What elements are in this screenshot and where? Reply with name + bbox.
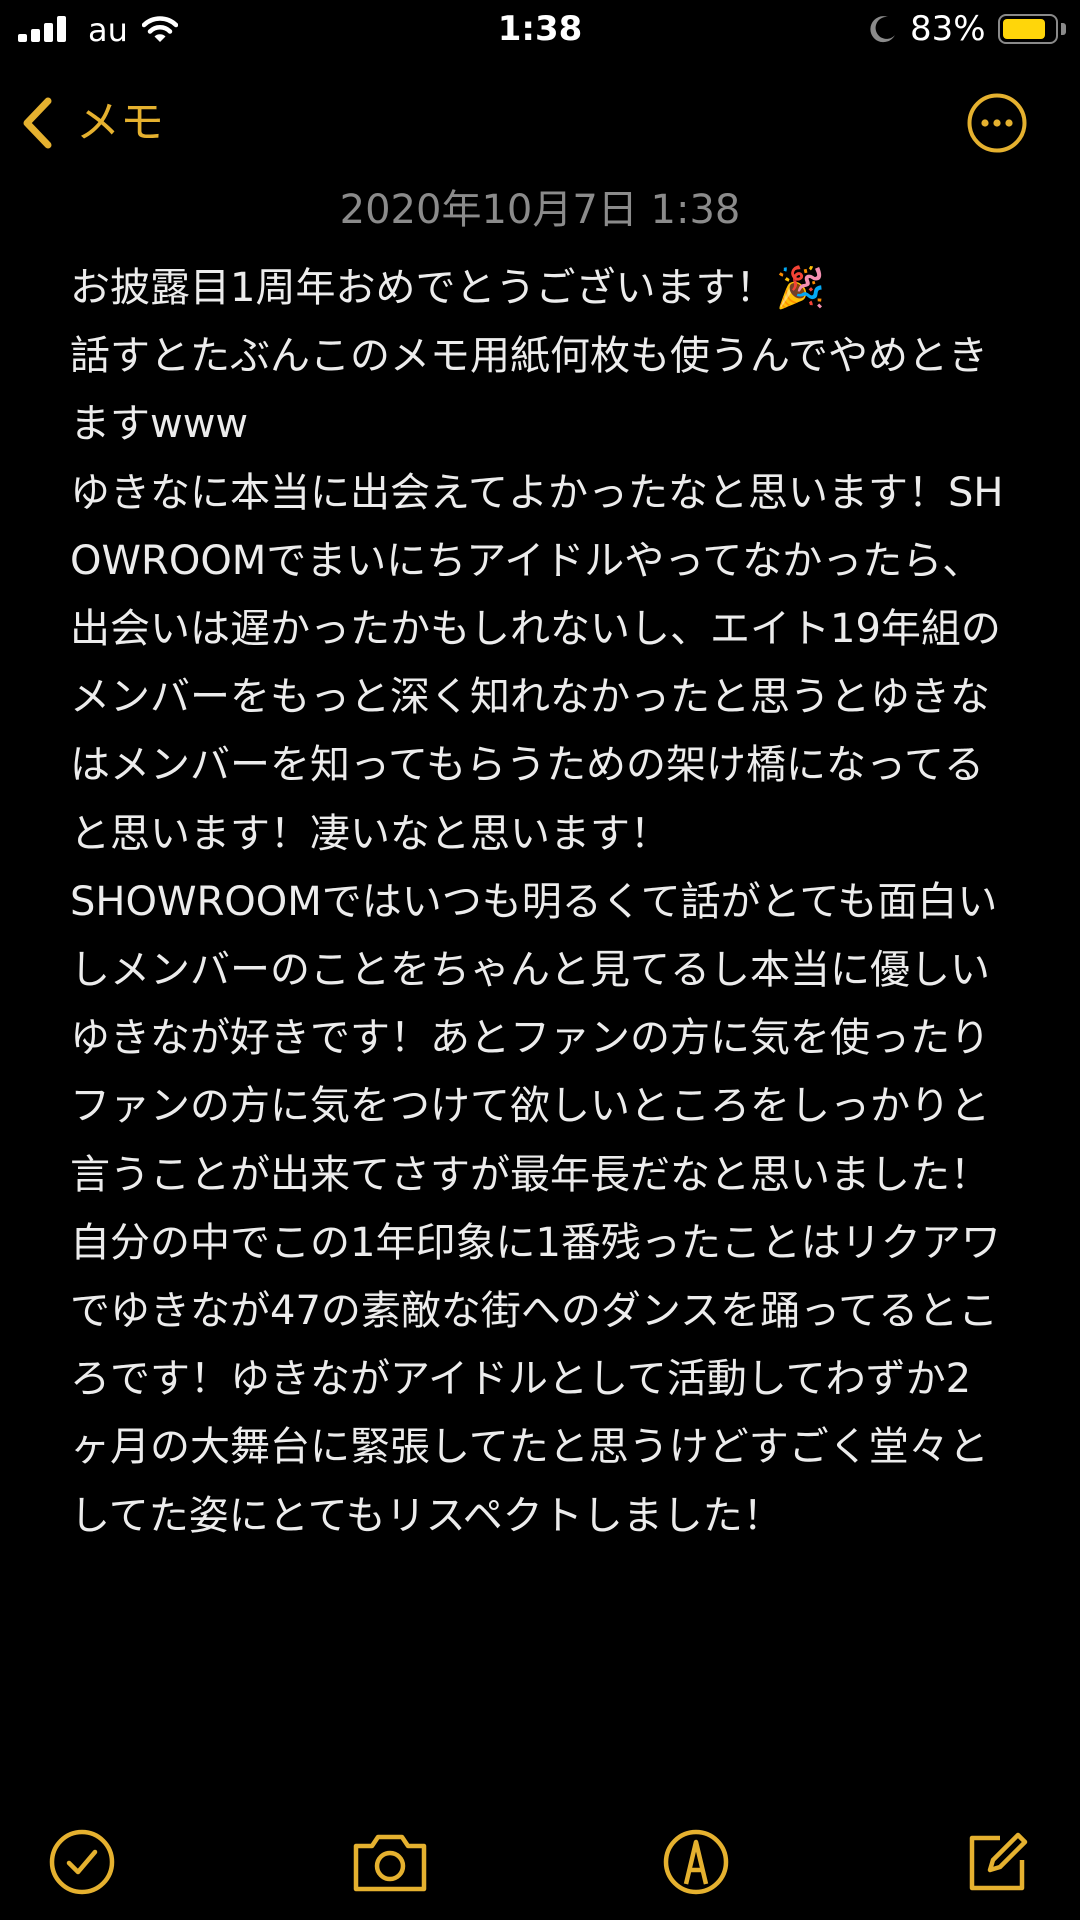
camera-icon[interactable] — [350, 1826, 430, 1898]
checklist-icon[interactable] — [46, 1826, 118, 1898]
chevron-left-icon — [23, 97, 52, 149]
compose-icon[interactable] — [962, 1826, 1034, 1898]
battery-percent: 83% — [910, 9, 986, 49]
note-date: 2020年10月7日 1:38 — [339, 187, 741, 233]
battery-icon — [998, 14, 1058, 44]
back-button-label: メモ — [76, 97, 164, 148]
back-button[interactable]: メモ — [20, 88, 164, 158]
bottom-toolbar — [0, 1800, 1080, 1920]
battery-fill — [1003, 19, 1045, 39]
ellipsis-circle-icon[interactable] — [966, 92, 1028, 154]
moon-icon — [870, 16, 895, 43]
battery-nub — [1061, 23, 1066, 35]
status-bar: au 1:38 83% — [0, 0, 1080, 60]
markup-icon[interactable] — [660, 1826, 732, 1898]
note-body[interactable]: お披露目1周年おめでとうございます！🎉 話すとたぶんこのメモ用紙何枚も使うんでや… — [70, 254, 1010, 1794]
